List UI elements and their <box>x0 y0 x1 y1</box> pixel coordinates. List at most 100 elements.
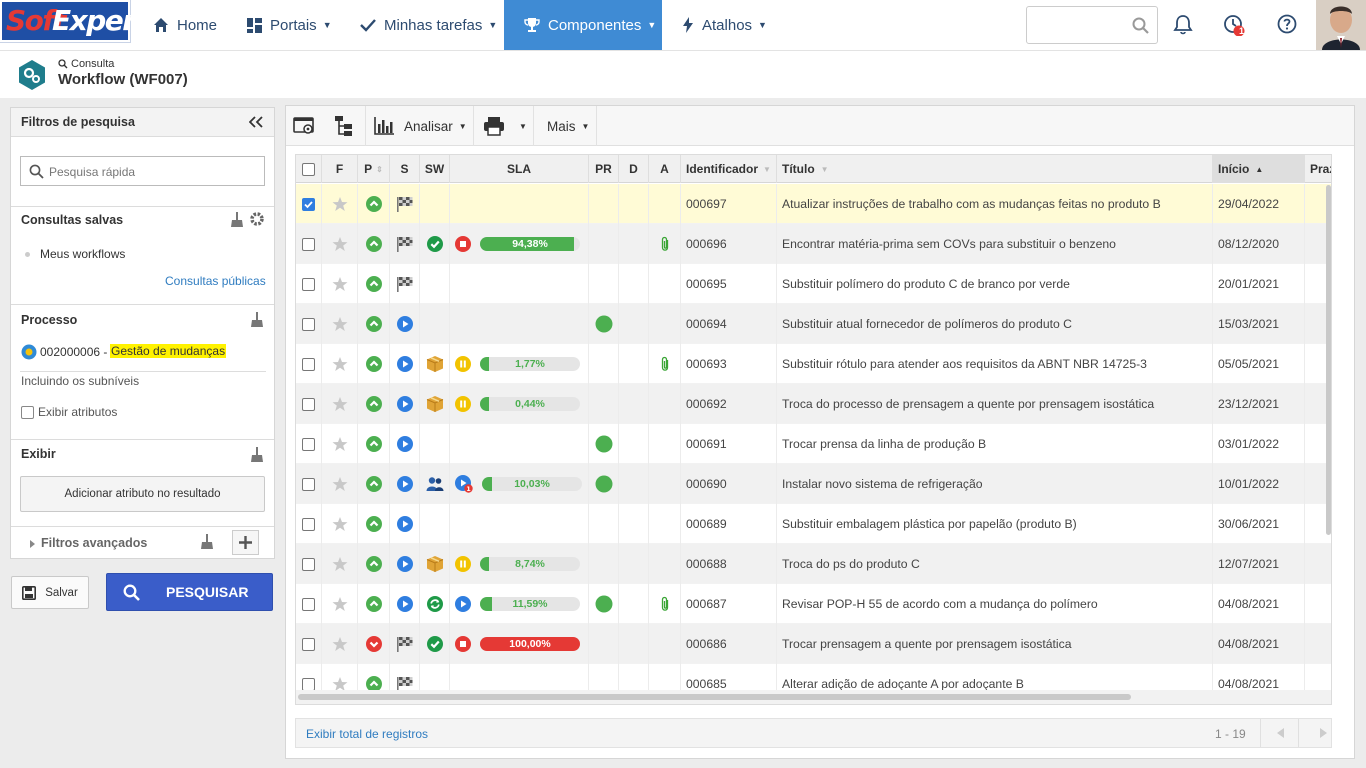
star-icon[interactable] <box>332 436 348 452</box>
column-header-identifier[interactable]: Identificador ▼ <box>681 155 777 183</box>
table-row[interactable]: 000694 Substituir atual fornecedor de pol… <box>296 304 1331 344</box>
more-menu[interactable]: Mais ▼ <box>547 106 589 146</box>
star-icon[interactable] <box>332 356 348 372</box>
table-row[interactable]: 1,77% 000693 Substituir rótulo para atende… <box>296 344 1331 384</box>
star-icon[interactable] <box>332 636 348 652</box>
star-icon[interactable] <box>332 396 348 412</box>
row-checkbox[interactable] <box>302 517 315 531</box>
column-header-a[interactable]: A <box>649 155 681 183</box>
nav-componentes-label: Componentes <box>548 16 642 34</box>
table-row[interactable]: 000695 Substituir polímero do produto C d… <box>296 264 1331 304</box>
paperclip-icon[interactable] <box>660 236 670 252</box>
collapse-panel-icon[interactable] <box>249 116 263 128</box>
clear-broom-icon[interactable] <box>250 312 264 328</box>
analyze-menu[interactable]: Analisar ▼ <box>374 106 467 146</box>
column-header-f[interactable]: F <box>322 155 358 183</box>
row-checkbox[interactable] <box>302 677 315 691</box>
table-row[interactable]: 8,74% 000688 Troca do ps do produto C 12/07… <box>296 544 1331 584</box>
column-header-deadline[interactable]: Praz <box>1305 155 1331 183</box>
advanced-filters-toggle[interactable]: Filtros avançados <box>41 536 147 550</box>
add-filter-button[interactable] <box>232 530 259 555</box>
cell-f <box>322 184 358 224</box>
play-with-badge-icon: 1 <box>455 475 473 493</box>
softexpert-logo[interactable]: Soft Expert <box>0 0 148 42</box>
previous-page-icon[interactable] <box>1277 728 1284 738</box>
show-total-link[interactable]: Exibir total de registros <box>306 727 428 741</box>
next-page-icon[interactable] <box>1320 728 1327 738</box>
star-icon[interactable] <box>332 516 348 532</box>
nav-minhas-tarefas[interactable]: Minhas tarefas ▼ <box>360 0 497 50</box>
user-avatar[interactable] <box>1316 0 1366 50</box>
star-icon[interactable] <box>332 196 348 212</box>
add-attribute-button[interactable]: Adicionar atributo no resultado <box>20 476 265 512</box>
row-checkbox[interactable] <box>302 437 315 451</box>
save-button[interactable]: Salvar <box>11 576 89 609</box>
star-icon[interactable] <box>332 596 348 612</box>
row-checkbox[interactable] <box>302 317 315 331</box>
process-name[interactable]: Gestão de mudanças <box>110 344 227 358</box>
column-header-title[interactable]: Título ▼ <box>777 155 1213 183</box>
cell-chk <box>296 464 322 504</box>
column-header-d[interactable]: D <box>619 155 649 183</box>
cell-start: 04/08/2021 <box>1213 584 1305 624</box>
column-header-s[interactable]: S <box>390 155 420 183</box>
table-row[interactable]: 1 10,03% 000690 Instalar novo sistema de re… <box>296 464 1331 504</box>
grid-icon <box>247 17 262 33</box>
star-icon[interactable] <box>332 236 348 252</box>
horizontal-scrollbar[interactable] <box>298 694 1131 700</box>
table-row[interactable]: 000697 Atualizar instruções de trabalho c… <box>296 184 1331 224</box>
nav-atalhos[interactable]: Atalhos ▼ <box>682 0 767 50</box>
select-all-checkbox[interactable] <box>302 162 315 176</box>
column-header-p[interactable]: P ⇕ <box>358 155 390 183</box>
priority-up-icon <box>365 516 382 532</box>
cell-sla: 1 10,03% <box>450 464 589 504</box>
column-header-sw[interactable]: SW <box>420 155 450 183</box>
nav-portais[interactable]: Portais ▼ <box>247 0 332 50</box>
show-attributes-checkbox[interactable] <box>21 406 34 419</box>
search-button[interactable]: PESQUISAR <box>106 573 273 611</box>
row-checkbox[interactable] <box>302 477 315 491</box>
column-header-sla[interactable]: SLA <box>450 155 589 183</box>
column-header-pr[interactable]: PR <box>589 155 619 183</box>
print-menu[interactable]: ▼ <box>483 106 527 146</box>
view-button[interactable] <box>293 106 315 146</box>
cell-start: 23/12/2021 <box>1213 384 1305 424</box>
table-row[interactable]: 000689 Substituir embalagem plástica por … <box>296 504 1331 544</box>
table-row[interactable]: 11,59% 000687 Revisar POP-H 55 de acordo c… <box>296 584 1331 624</box>
row-title: Substituir rótulo para atender aos requi… <box>782 357 1147 371</box>
paperclip-icon[interactable] <box>660 596 670 612</box>
row-checkbox[interactable] <box>302 637 315 651</box>
help-icon[interactable] <box>1277 14 1297 34</box>
nav-home[interactable]: Home <box>153 0 217 50</box>
star-icon[interactable] <box>332 316 348 332</box>
row-checkbox[interactable] <box>302 277 315 291</box>
clear-broom-icon[interactable] <box>230 212 244 228</box>
gear-icon[interactable] <box>249 211 264 227</box>
vertical-scrollbar[interactable] <box>1326 185 1331 535</box>
row-checkbox[interactable] <box>302 357 315 371</box>
bell-icon[interactable] <box>1173 14 1193 35</box>
row-checkbox[interactable] <box>302 237 315 251</box>
global-search-input[interactable] <box>1026 6 1158 44</box>
nav-componentes[interactable]: Componentes ▼ <box>504 0 662 50</box>
row-checkbox[interactable] <box>302 557 315 571</box>
table-row[interactable]: 94,38% 000696 Encontrar matéria-prima sem … <box>296 224 1331 264</box>
clear-broom-icon[interactable] <box>250 447 264 463</box>
paperclip-icon[interactable] <box>660 356 670 372</box>
star-icon[interactable] <box>332 476 348 492</box>
row-checkbox[interactable] <box>302 197 315 211</box>
public-queries-link[interactable]: Consultas públicas <box>165 274 266 288</box>
table-row[interactable]: 000691 Trocar prensa da linha de produção… <box>296 424 1331 464</box>
column-header-start[interactable]: Início ▲ <box>1213 155 1305 183</box>
table-row[interactable]: 0,44% 000692 Troca do processo de prensage… <box>296 384 1331 424</box>
row-checkbox[interactable] <box>302 597 315 611</box>
table-row[interactable]: 100,00% 000686 Trocar prensagem a quente p… <box>296 624 1331 664</box>
row-checkbox[interactable] <box>302 397 315 411</box>
saved-query-my-workflows[interactable]: Meus workflows <box>40 247 125 261</box>
caret-right-icon[interactable] <box>30 540 35 548</box>
star-icon[interactable] <box>332 556 348 572</box>
quick-search-input[interactable]: Pesquisa rápida <box>20 156 265 186</box>
star-icon[interactable] <box>332 276 348 292</box>
clear-broom-icon[interactable] <box>200 534 214 550</box>
hierarchy-button[interactable] <box>334 106 354 146</box>
